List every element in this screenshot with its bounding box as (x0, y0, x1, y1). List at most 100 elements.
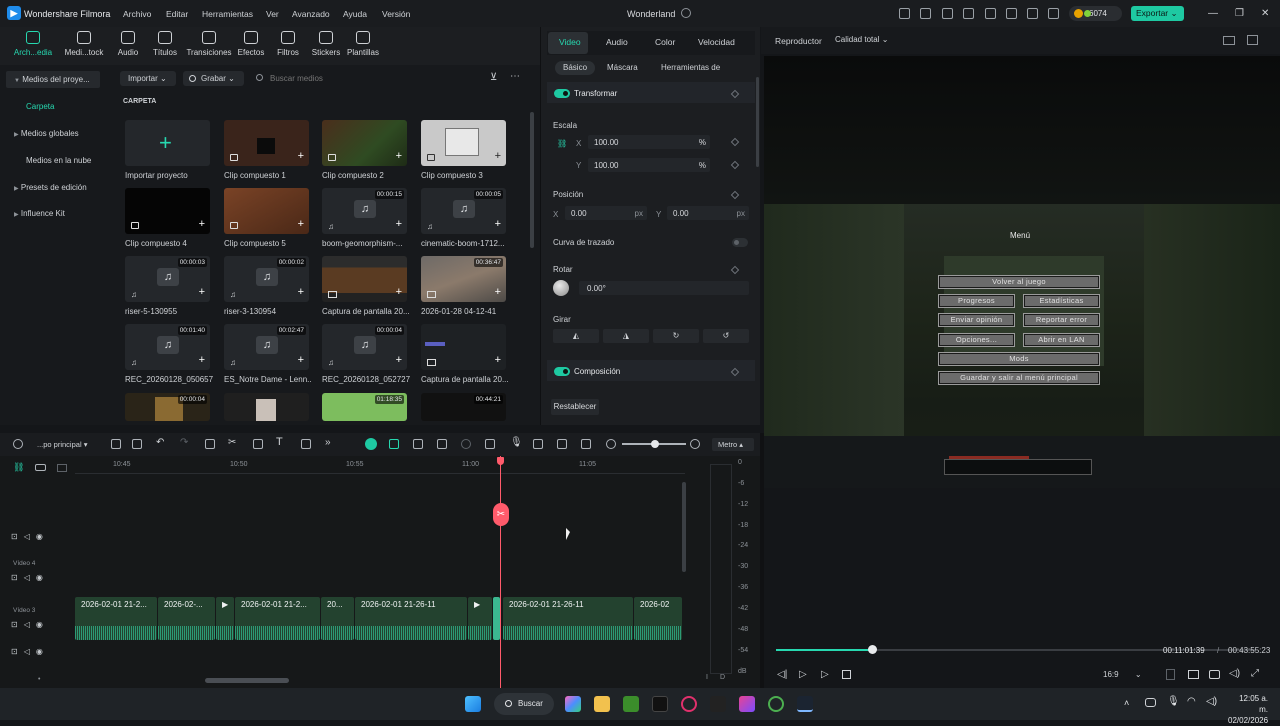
gift-icon[interactable] (899, 8, 910, 19)
timeline-clip[interactable]: 2026-02-... (158, 597, 215, 640)
media-tile[interactable]: 00:01:40 ♫ ♫ + (125, 324, 210, 370)
timeline-clip[interactable]: 2026-02 (634, 597, 682, 640)
transform-toggle[interactable] (554, 89, 570, 98)
playhead[interactable] (500, 456, 501, 688)
game-feedback-button[interactable]: Enviar opinión (938, 313, 1015, 327)
volume-icon[interactable]: ◁ (24, 647, 36, 656)
import-dropdown[interactable]: Importar ⌄ (120, 71, 176, 86)
lock-icon[interactable]: ⊡ (11, 532, 24, 541)
tab-archivos-media[interactable]: Arch...edia (8, 31, 58, 57)
media-tile[interactable]: + (322, 256, 407, 302)
sidebar-item-influence-kit[interactable]: ▶ Influence Kit (14, 209, 65, 218)
add-icon[interactable]: + (396, 151, 402, 162)
aspect-dropdown[interactable]: 16:9 ⌄ (1103, 670, 1142, 679)
media-tile[interactable] (224, 393, 309, 421)
clip-trim-handle[interactable] (493, 597, 500, 640)
timeline-vscroll[interactable] (682, 482, 686, 572)
step-forward-icon[interactable]: ▷ (799, 669, 807, 680)
pos-y-field[interactable]: 0.00 px (667, 206, 749, 220)
timeline-clip[interactable]: ▶ (468, 597, 492, 640)
tab-audio[interactable]: Audio (606, 37, 628, 47)
add-icon[interactable]: + (396, 219, 402, 230)
marker-icon[interactable] (413, 439, 423, 449)
path-curve-toggle[interactable] (732, 238, 748, 247)
volume-icon[interactable]: ◁ (24, 573, 36, 582)
keyframe-icon[interactable] (730, 265, 740, 275)
game-progress-button[interactable]: Progresos (938, 294, 1015, 308)
scale-x-field[interactable]: 100.00% (588, 135, 710, 149)
tab-video[interactable]: Video (559, 37, 581, 47)
headset-icon[interactable] (1048, 8, 1059, 19)
sidebar-item-presets[interactable]: ▶ Presets de edición (14, 183, 87, 192)
transform-tool-icon[interactable] (301, 439, 311, 449)
media-tile[interactable]: 00:00:03 ♫ ♫ + (125, 256, 210, 302)
add-icon[interactable]: + (495, 355, 501, 366)
add-icon[interactable]: + (298, 355, 304, 366)
restore-icon[interactable]: ❐ (1235, 8, 1244, 19)
media-tile[interactable]: 00:44:21 (421, 393, 506, 421)
filmora-taskbar-icon[interactable] (797, 696, 813, 712)
play-icon[interactable]: ▷ (821, 669, 829, 680)
timeline-clip[interactable]: 2026-02-01 21-2... (235, 597, 320, 640)
media-tile[interactable]: 00:36:47 + (421, 256, 506, 302)
volume-icon[interactable]: ◁ (24, 532, 36, 541)
video-preview[interactable]: Menú Volver al juego Progresos Estadísti… (764, 56, 1280, 488)
game-mods-button[interactable]: Mods (938, 352, 1100, 366)
rotate-field[interactable]: 0.00° (579, 281, 749, 295)
taskbar-search[interactable]: Buscar (494, 693, 554, 715)
volume-icon[interactable]: ◁ (24, 620, 36, 629)
clock[interactable]: 12:05 a. m. 02/02/2026 (1228, 693, 1268, 726)
zoom-knob[interactable] (651, 440, 659, 448)
menu-archivo[interactable]: Archivo (123, 9, 151, 19)
microphone-icon[interactable]: 🎙 (510, 437, 523, 448)
undo-icon[interactable]: ↶ (156, 437, 164, 448)
keyframe-icon[interactable] (730, 160, 740, 170)
track-controls[interactable]: ⊡◁◉ (11, 573, 49, 582)
tab-media-stock[interactable]: Medi...tock (59, 31, 109, 57)
subtab-herramientas[interactable]: Herramientas de (653, 61, 728, 75)
sidebar-item-medios-nube[interactable]: Medios en la nube (26, 156, 91, 165)
menu-editar[interactable]: Editar (166, 9, 188, 19)
save-icon[interactable] (985, 8, 996, 19)
track-controls[interactable]: ⊡◁◉ (11, 532, 49, 541)
scrub-knob[interactable] (868, 645, 877, 654)
media-tile[interactable]: + (224, 120, 309, 166)
eye-icon[interactable]: ◉ (36, 573, 49, 582)
add-icon[interactable]: + (495, 287, 501, 298)
delete-icon[interactable] (205, 439, 215, 449)
game-back-button[interactable]: Volver al juego (938, 275, 1100, 289)
media-tile[interactable]: 00:00:04 ♫ ♫ + (322, 324, 407, 370)
credits-badge[interactable]: 6074 (1069, 6, 1122, 21)
split-scissors-button[interactable]: ✂ (493, 503, 509, 526)
redo-icon[interactable]: ↷ (180, 437, 188, 448)
shield-icon[interactable] (485, 439, 495, 449)
menu-herramientas[interactable]: Herramientas (202, 9, 253, 19)
tab-velocidad[interactable]: Velocidad (698, 37, 735, 47)
effects-tool-icon[interactable] (437, 439, 447, 449)
file-explorer-icon[interactable] (594, 696, 610, 712)
more-icon[interactable]: ⋯ (510, 71, 520, 82)
fullscreen-icon[interactable]: ⤢ (1251, 668, 1259, 679)
lock-icon[interactable]: ⊡ (11, 573, 24, 582)
eye-icon[interactable]: ◉ (36, 647, 49, 656)
flip-horizontal-button[interactable]: ◭ (553, 329, 599, 343)
lock-icon[interactable]: ⊡ (11, 620, 24, 629)
tab-plantillas[interactable]: Plantillas (338, 31, 388, 57)
tab-color[interactable]: Color (655, 37, 675, 47)
timeline-clip[interactable]: 20... (321, 597, 354, 640)
cloud-icon[interactable] (1145, 698, 1156, 707)
game-save-quit-button[interactable]: Guardar y salir al menú principal (938, 371, 1100, 385)
minecraft-icon[interactable] (623, 696, 639, 712)
track-add-icon[interactable] (57, 464, 67, 472)
keyframe-icon[interactable] (730, 137, 740, 147)
menu-version[interactable]: Versión (382, 9, 410, 19)
add-icon[interactable]: + (298, 151, 304, 162)
zoom-out-icon[interactable] (606, 439, 616, 449)
link-icon[interactable]: ⛓ (557, 139, 567, 148)
track-controls[interactable]: ⊡◁◉ (11, 647, 49, 656)
subtab-mascara[interactable]: Máscara (599, 61, 646, 75)
eye-icon[interactable]: ◉ (36, 620, 49, 629)
snap-icon[interactable] (365, 438, 377, 450)
wifi-icon[interactable]: ◠ (1187, 696, 1196, 707)
media-tile[interactable]: 00:00:05 ♫ ♫ + (421, 188, 506, 234)
